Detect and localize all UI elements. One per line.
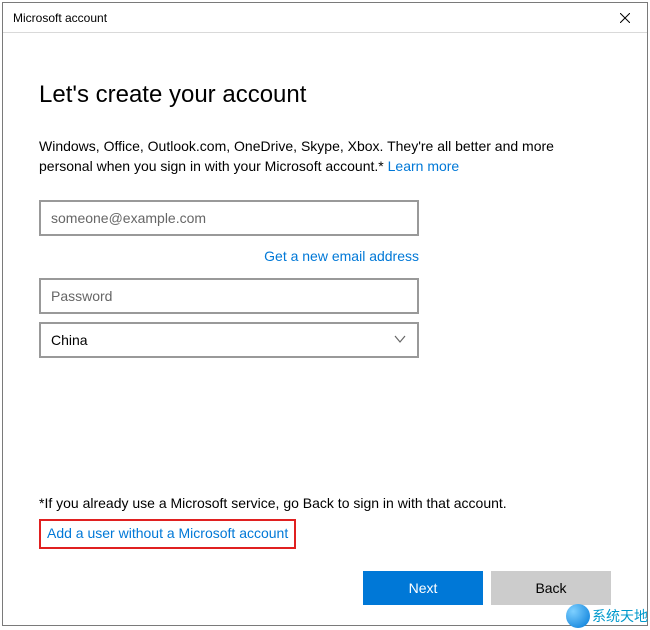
add-user-highlight: Add a user without a Microsoft account xyxy=(39,519,296,549)
dialog-content: Let's create your account Windows, Offic… xyxy=(3,33,647,625)
page-heading: Let's create your account xyxy=(39,81,611,109)
globe-icon xyxy=(566,604,590,628)
close-icon xyxy=(620,10,630,26)
titlebar: Microsoft account xyxy=(3,3,647,33)
button-row: Next Back xyxy=(39,571,611,605)
description-text: Windows, Office, Outlook.com, OneDrive, … xyxy=(39,137,611,176)
footnote-text: *If you already use a Microsoft service,… xyxy=(39,495,611,511)
email-input[interactable] xyxy=(39,200,419,236)
dialog-window: Microsoft account Let's create your acco… xyxy=(2,2,648,626)
back-button[interactable]: Back xyxy=(491,571,611,605)
next-button-label: Next xyxy=(409,580,438,596)
watermark: 系统天地 xyxy=(564,602,650,630)
country-select[interactable]: China xyxy=(39,322,419,358)
learn-more-link[interactable]: Learn more xyxy=(388,158,460,174)
chevron-down-icon xyxy=(393,332,407,349)
country-value: China xyxy=(51,332,88,348)
get-new-email-link[interactable]: Get a new email address xyxy=(264,248,419,264)
watermark-text: 系统天地 xyxy=(592,606,648,626)
description-body: Windows, Office, Outlook.com, OneDrive, … xyxy=(39,138,554,174)
close-button[interactable] xyxy=(602,3,647,32)
get-email-row: Get a new email address xyxy=(39,248,419,264)
next-button[interactable]: Next xyxy=(363,571,483,605)
window-title: Microsoft account xyxy=(13,11,107,25)
add-user-without-ms-link[interactable]: Add a user without a Microsoft account xyxy=(47,525,288,541)
back-button-label: Back xyxy=(535,580,566,596)
password-input[interactable] xyxy=(39,278,419,314)
